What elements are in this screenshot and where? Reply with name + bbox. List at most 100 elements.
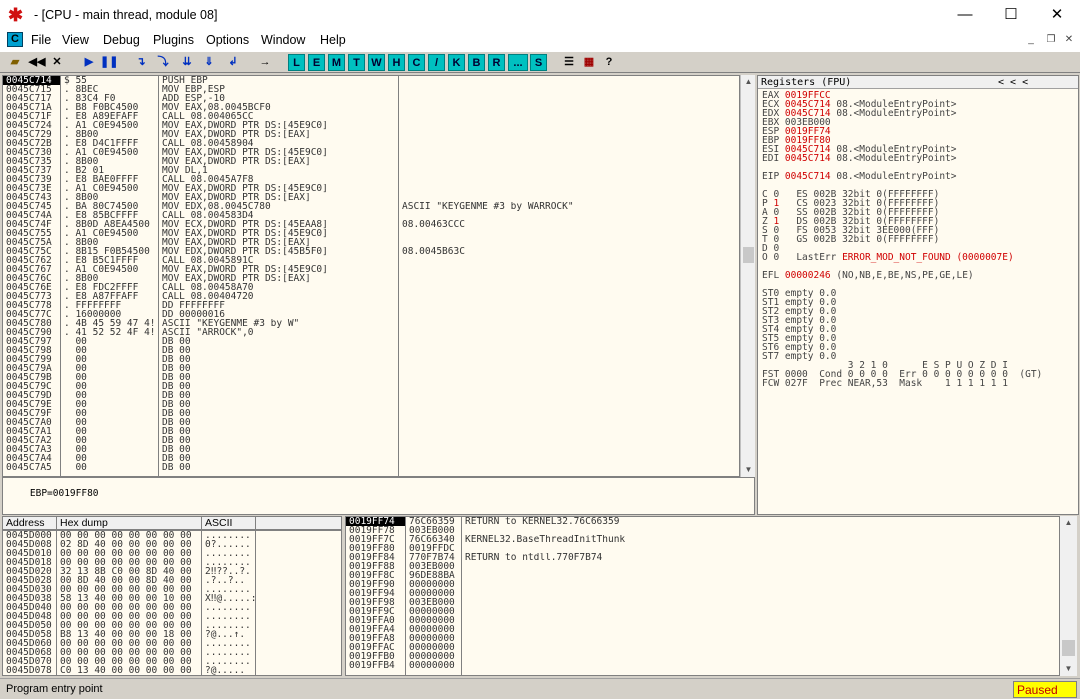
cpu-c-icon[interactable]: C	[7, 32, 23, 47]
stack-address-cell: 0019FFA4	[349, 625, 395, 634]
stack-scroll-down-icon[interactable]: ▼	[1060, 662, 1077, 676]
menu-view[interactable]: View	[62, 33, 89, 47]
register-text: 08.<ModuleEntryPoint>	[830, 153, 957, 164]
references-button[interactable]: R	[488, 54, 505, 71]
menu-bar: C File View Debug Plugins Options Window…	[0, 31, 1080, 51]
registers-nav-arrows[interactable]: < < <	[998, 76, 1028, 89]
run-trace-button[interactable]: ...	[508, 54, 528, 71]
dump-hex-cell: C0 13 40 00 00 00 00 00	[60, 666, 192, 675]
scroll-up-icon[interactable]: ▲	[741, 75, 756, 89]
register-line[interactable]: T 0 GS 002B 32bit 0(FFFFFFFF)	[762, 235, 1042, 245]
handles-button[interactable]: H	[388, 54, 405, 71]
dump-header-hex[interactable]: Hex dump	[57, 517, 202, 530]
windows-button[interactable]: W	[368, 54, 385, 71]
dump-address-cell: 0045D078	[6, 666, 52, 675]
menu-options[interactable]: Options	[206, 33, 249, 47]
restart-icon[interactable]: ◀◀	[28, 54, 46, 71]
dump-header-ascii[interactable]: ASCII	[202, 517, 256, 530]
disasm-hex-cell: 00	[64, 355, 87, 364]
register-line[interactable]: EFL 00000246 (NO,NB,E,BE,NS,PE,GE,LE)	[762, 270, 1042, 281]
register-line[interactable]: EDI 0045C714 08.<ModuleEntryPoint>	[762, 153, 1042, 164]
menu-help[interactable]: Help	[320, 33, 346, 47]
disasm-asm-cell: DB 00	[162, 337, 191, 346]
minimize-button[interactable]: —	[942, 0, 988, 31]
mdi-minimize-button[interactable]: _	[1022, 33, 1040, 47]
trace-over-icon[interactable]: ⇓	[200, 54, 218, 71]
register-line[interactable]: O 0 LastErr ERROR_MOD_NOT_FOUND (0000007…	[762, 252, 1042, 263]
disasm-addr-cell: 0045C76C	[6, 274, 52, 283]
log-window-button[interactable]: L	[288, 54, 305, 71]
pause-icon[interactable]: ❚❚	[100, 54, 118, 71]
close-button[interactable]: ✕	[1034, 0, 1080, 31]
disasm-hex-cell: 00	[64, 436, 87, 445]
execute-till-return-icon[interactable]: ↲	[224, 54, 242, 71]
menu-debug[interactable]: Debug	[103, 33, 140, 47]
disasm-scrollbar[interactable]: ▲ ▼	[740, 75, 755, 477]
appearance-grid-icon[interactable]: ▦	[580, 54, 598, 71]
disasm-hex-cell: 00	[64, 427, 87, 436]
stack-pane[interactable]: 0019FF74 0019FF78 0019FF7C 0019FF80 0019FF84…	[345, 516, 1060, 676]
registers-pane[interactable]: Registers (FPU) < < < EAX 0019FFCC ECX 00…	[757, 75, 1079, 515]
register-line[interactable]: FCW 027F Prec NEAR,53 Mask 1 1 1 1 1 1	[762, 379, 1042, 389]
stack-comment-cell	[462, 616, 1059, 625]
dump-ascii-cell: ........	[205, 612, 251, 621]
trace-into-icon[interactable]: ⇊	[178, 54, 196, 71]
menu-window[interactable]: Window	[261, 33, 305, 47]
menu-plugins[interactable]: Plugins	[153, 33, 194, 47]
register-line[interactable]: EIP 0045C714 08.<ModuleEntryPoint>	[762, 172, 1042, 182]
scroll-down-icon[interactable]: ▼	[741, 463, 756, 477]
stack-address-cell: 0019FF78	[349, 526, 395, 535]
stack-comment-cell	[462, 652, 1059, 661]
list-icon[interactable]: ☰	[560, 54, 578, 71]
dump-ascii-cell: ........	[205, 621, 251, 630]
hex-dump-pane[interactable]: 0045D000 0045D008 0045D010 0045D018 0045D020…	[2, 530, 342, 676]
stack-value-cell: 0019FFDC	[409, 544, 455, 553]
disasm-cmt-cell	[399, 94, 739, 103]
maximize-button[interactable]: ☐	[988, 0, 1034, 31]
registers-title: Registers (FPU)	[761, 77, 852, 88]
disasm-cmt-cell	[399, 454, 739, 463]
help-button[interactable]: ?	[600, 54, 618, 71]
mdi-close-button[interactable]: ✕	[1060, 33, 1078, 47]
menu-file[interactable]: File	[31, 33, 51, 47]
threads-button[interactable]: T	[348, 54, 365, 71]
stack-scrollbar[interactable]: ▲ ▼	[1060, 516, 1077, 676]
run-icon[interactable]: ▶	[80, 54, 98, 71]
breakpoints-button[interactable]: B	[468, 54, 485, 71]
disasm-hex-cell: . E8 D4C1FFFF	[64, 139, 139, 148]
register-text: O 0 LastErr	[762, 252, 843, 263]
dump-ascii-cell: ........	[205, 585, 251, 594]
mdi-restore-button[interactable]: ❐	[1042, 33, 1060, 47]
step-into-icon[interactable]: ↴	[132, 54, 150, 71]
disasm-cmt-cell	[399, 418, 739, 427]
disasm-cmt-cell: 08.00463CCC	[402, 220, 465, 229]
dump-header-address[interactable]: Address	[3, 517, 57, 530]
close-program-icon[interactable]: ✕	[48, 54, 66, 71]
disasm-addr-cell: 0045C7A4	[6, 454, 52, 463]
disasm-asm-cell: CALL 08.0045891C	[162, 256, 254, 265]
stack-value-cell: 00000000	[409, 652, 455, 661]
step-over-icon[interactable]: ⤵	[154, 54, 172, 71]
go-to-icon[interactable]: →	[256, 54, 274, 71]
disasm-addr-cell: 0045C739	[6, 175, 52, 184]
register-value: 00000246	[784, 270, 831, 281]
call-stack-button[interactable]: K	[448, 54, 465, 71]
stack-comment-cell: RETURN to KERNEL32.76C66359	[465, 517, 620, 526]
open-icon[interactable]: ▰	[6, 54, 24, 71]
memory-map-button[interactable]: M	[328, 54, 345, 71]
dump-ascii-cell: ........	[205, 639, 251, 648]
registers-header[interactable]: Registers (FPU) < < <	[758, 76, 1078, 89]
source-button[interactable]: S	[530, 54, 547, 71]
patches-button[interactable]: /	[428, 54, 445, 71]
disasm-hex-cell: . FFFFFFFF	[64, 301, 122, 310]
scroll-thumb[interactable]	[743, 247, 754, 263]
disasm-asm-column: PUSH EBP MOV EBP,ESP ADD ESP,-10 MOV EAX,08…	[159, 76, 399, 476]
executable-modules-button[interactable]: E	[308, 54, 325, 71]
disasm-cmt-cell	[399, 121, 739, 130]
stack-scroll-up-icon[interactable]: ▲	[1060, 516, 1077, 530]
stack-scroll-thumb[interactable]	[1062, 640, 1075, 656]
cpu-button[interactable]: C	[408, 54, 425, 71]
stack-address-cell: 0019FF80	[349, 544, 395, 553]
disasm-hex-cell: 00	[64, 418, 87, 427]
disassembly-pane[interactable]: 0045C714 0045C715 0045C717 0045C71A 0045C71F…	[2, 75, 740, 477]
